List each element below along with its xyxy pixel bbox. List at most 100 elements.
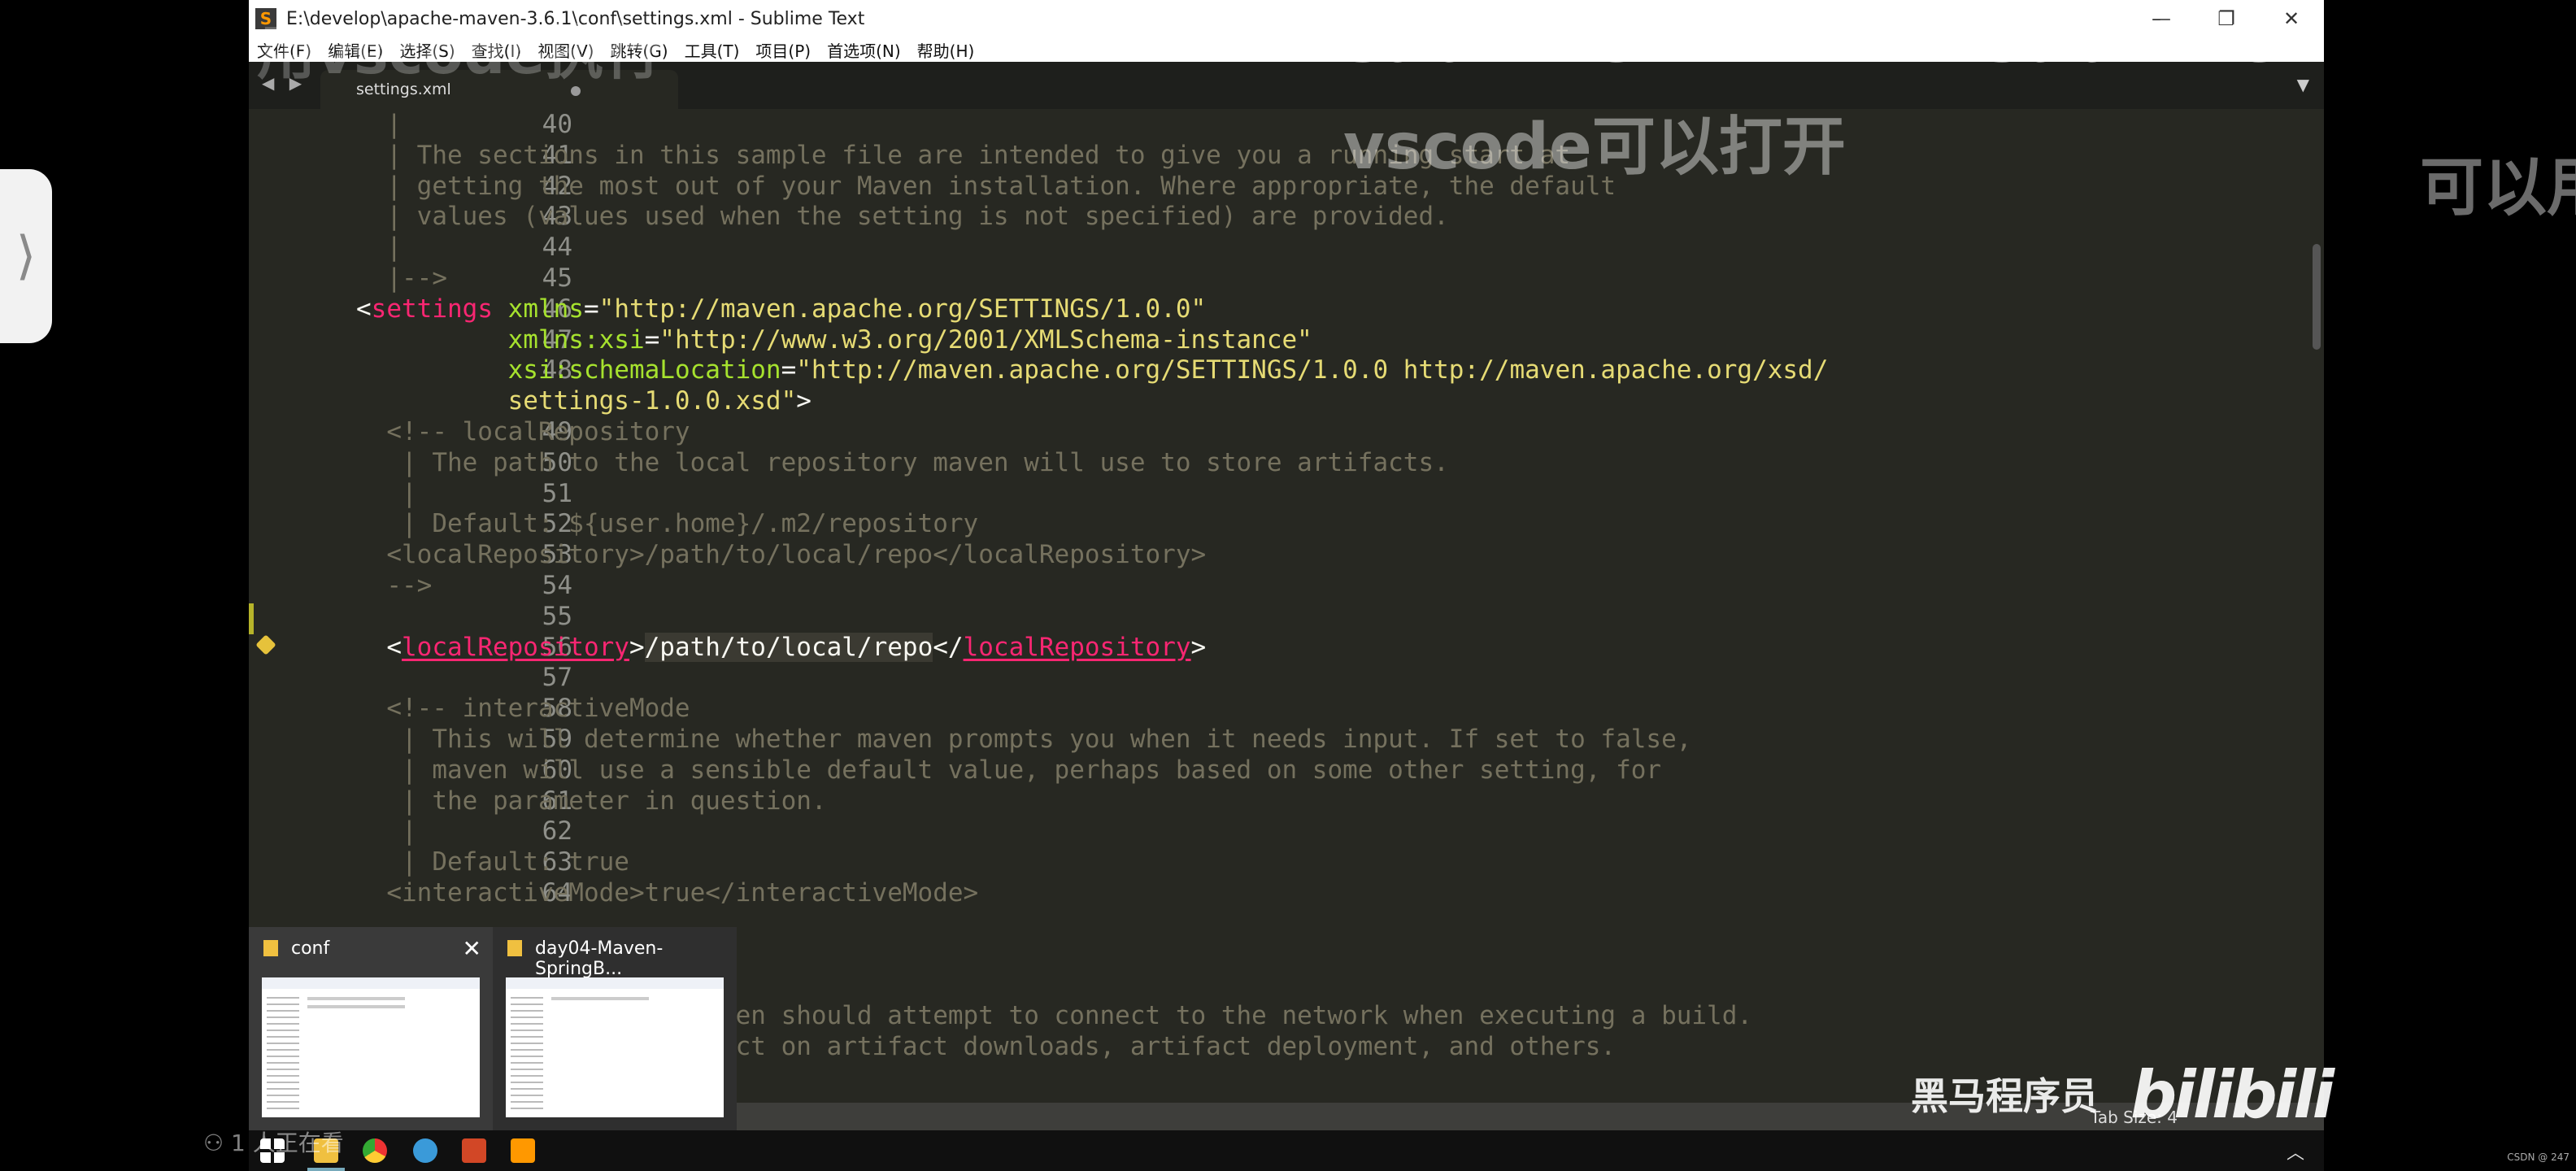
code-line[interactable]: 62 | <box>249 816 2324 847</box>
code-text: <localRepository>/path/to/local/repo</lo… <box>356 539 1206 570</box>
code-text: xsi:schemaLocation="http://maven.apache.… <box>356 355 1829 385</box>
bilibili-logo: bilibili <box>2130 1057 2334 1133</box>
code-text: | The path to the local repository maven… <box>356 447 1449 478</box>
menu-tools[interactable]: 工具(T) <box>677 38 748 62</box>
code-line[interactable]: 45 |--> <box>249 263 2324 294</box>
code-token: "http://maven.apache.org/SETTINGS/1.0.0" <box>598 294 1207 324</box>
code-token: < <box>356 294 372 324</box>
code-line[interactable]: 61 | the parameter in question. <box>249 786 2324 816</box>
code-line[interactable]: 48 xsi:schemaLocation="http://maven.apac… <box>249 355 2324 385</box>
code-line[interactable]: 41 | The sections in this sample file ar… <box>249 140 2324 171</box>
code-line[interactable]: 50 | The path to the local repository ma… <box>249 447 2324 478</box>
line-number: 55 <box>542 601 572 631</box>
code-token: xmlns <box>507 294 584 324</box>
menu-help[interactable]: 帮助(H) <box>909 38 983 62</box>
sublime-taskbar-icon[interactable] <box>511 1138 535 1163</box>
code-token: > <box>629 632 645 662</box>
line-number: 54 <box>542 571 572 600</box>
thumb-sidebar <box>511 992 543 1114</box>
code-line[interactable]: 42 | getting the most out of your Maven … <box>249 171 2324 202</box>
line-number: 51 <box>542 478 572 508</box>
code-line[interactable]: 57 <box>249 662 2324 693</box>
code-token: | <box>356 816 417 847</box>
code-token: = <box>583 294 599 324</box>
code-token: | The path to the local repository maven… <box>356 447 1449 477</box>
mouse-cursor-icon <box>368 1036 376 1051</box>
code-text: settings-1.0.0.xsd"> <box>356 385 812 416</box>
browser-icon[interactable] <box>413 1138 437 1163</box>
code-text: | the parameter in question. <box>356 786 827 816</box>
code-line[interactable]: 51 | <box>249 478 2324 509</box>
code-token: | Default: ${user.home}/.m2/repository <box>356 509 979 539</box>
code-line[interactable]: 64 <interactiveMode>true</interactiveMod… <box>249 877 2324 908</box>
preview-title: day04-Maven-SpringB... <box>535 938 664 979</box>
code-text: | values (values used when the setting i… <box>356 201 1448 232</box>
code-text: <settings xmlns="http://maven.apache.org… <box>356 294 1206 324</box>
code-text: | maven will use a sensible default valu… <box>356 755 1661 786</box>
code-line[interactable]: 52 | Default: ${user.home}/.m2/repositor… <box>249 508 2324 539</box>
code-token: "http://www.w3.org/2001/XMLSchema-instan… <box>659 324 1312 355</box>
code-text: |--> <box>356 263 447 294</box>
powerpoint-icon[interactable] <box>462 1138 486 1163</box>
code-line[interactable]: 53 <localRepository>/path/to/local/repo<… <box>249 539 2324 570</box>
side-panel-toggle[interactable]: ⟩ <box>0 169 52 343</box>
code-text: --> <box>356 570 432 601</box>
chrome-icon[interactable] <box>363 1138 387 1163</box>
code-text: | <box>356 478 417 509</box>
code-token: settings <box>371 294 493 324</box>
code-token: | This will determine whether maven prom… <box>356 725 1692 754</box>
code-text: | <box>356 232 402 263</box>
code-line[interactable]: 47 xmlns:xsi="http://www.w3.org/2001/XML… <box>249 324 2324 355</box>
code-token: settings-1.0.0.xsd" <box>356 386 797 416</box>
line-number: 44 <box>542 233 572 263</box>
line-number: 57 <box>542 663 572 693</box>
preview-title: conf <box>291 938 330 959</box>
code-line[interactable]: 54 --> <box>249 570 2324 601</box>
code-token: <localRepository>/path/to/local/repo</lo… <box>356 540 1207 570</box>
preview-thumbnail[interactable] <box>506 977 724 1117</box>
taskbar-preview-day04[interactable]: day04-Maven-SpringB... <box>493 927 737 1130</box>
code-token: > <box>796 386 812 416</box>
code-line[interactable]: settings-1.0.0.xsd"> <box>249 385 2324 416</box>
taskbar: ︿ <box>249 1130 2324 1171</box>
tray-expand-icon[interactable]: ︿ <box>2287 1138 2304 1164</box>
code-line[interactable]: 60 | maven will use a sensible default v… <box>249 755 2324 786</box>
code-token: <!-- localRepository <box>356 417 690 446</box>
code-text: <!-- interactiveMode <box>356 693 690 724</box>
vertical-scrollbar[interactable] <box>2313 114 2321 1090</box>
code-line[interactable]: 58 <!-- interactiveMode <box>249 693 2324 724</box>
code-line[interactable]: 46 <settings xmlns="http://maven.apache.o… <box>249 294 2324 324</box>
code-line[interactable]: 63 | Default: true <box>249 847 2324 877</box>
code-line[interactable]: 59 | This will determine whether maven p… <box>249 724 2324 755</box>
code-token: = <box>644 324 660 355</box>
tab-dropdown-icon[interactable]: ▼ <box>2297 75 2309 94</box>
preview-header: day04-Maven-SpringB... <box>493 927 737 979</box>
thumb-toolbar <box>262 977 480 989</box>
menu-preferences[interactable]: 首选项(N) <box>819 38 909 62</box>
code-text: <interactiveMode>true</interactiveMode> <box>356 877 978 908</box>
code-line[interactable]: 43 | values (values used when the settin… <box>249 201 2324 232</box>
code-token: | the parameter in question. <box>356 786 827 816</box>
code-line[interactable]: 55 <box>249 601 2324 632</box>
thumb-sidebar <box>267 992 299 1114</box>
code-token: = <box>781 355 797 385</box>
code-line[interactable]: 44 | <box>249 232 2324 263</box>
code-token: localRepository <box>402 632 629 662</box>
code-line[interactable]: 40 | <box>249 109 2324 140</box>
code-token: "http://maven.apache.org/SETTINGS/1.0.0 … <box>796 355 1829 385</box>
watermark-right: 可以用 <box>2420 151 2576 224</box>
code-line[interactable]: 56 <localRepository>/path/to/local/repo<… <box>249 632 2324 663</box>
thumb-row <box>307 1005 405 1008</box>
scroll-thumb[interactable] <box>2313 244 2321 350</box>
code-line[interactable]: 49 <!-- localRepository <box>249 416 2324 447</box>
folder-icon <box>263 940 278 956</box>
watermark-vscode: vscode可以打开 <box>1343 111 1846 184</box>
taskbar-preview-conf[interactable]: conf ✕ <box>249 927 493 1130</box>
line-number: 40 <box>542 110 572 139</box>
preview-close-icon[interactable]: ✕ <box>463 935 481 962</box>
line-number: 62 <box>542 816 572 847</box>
code-token: | <box>356 233 402 263</box>
menu-project[interactable]: 项目(P) <box>747 38 819 62</box>
